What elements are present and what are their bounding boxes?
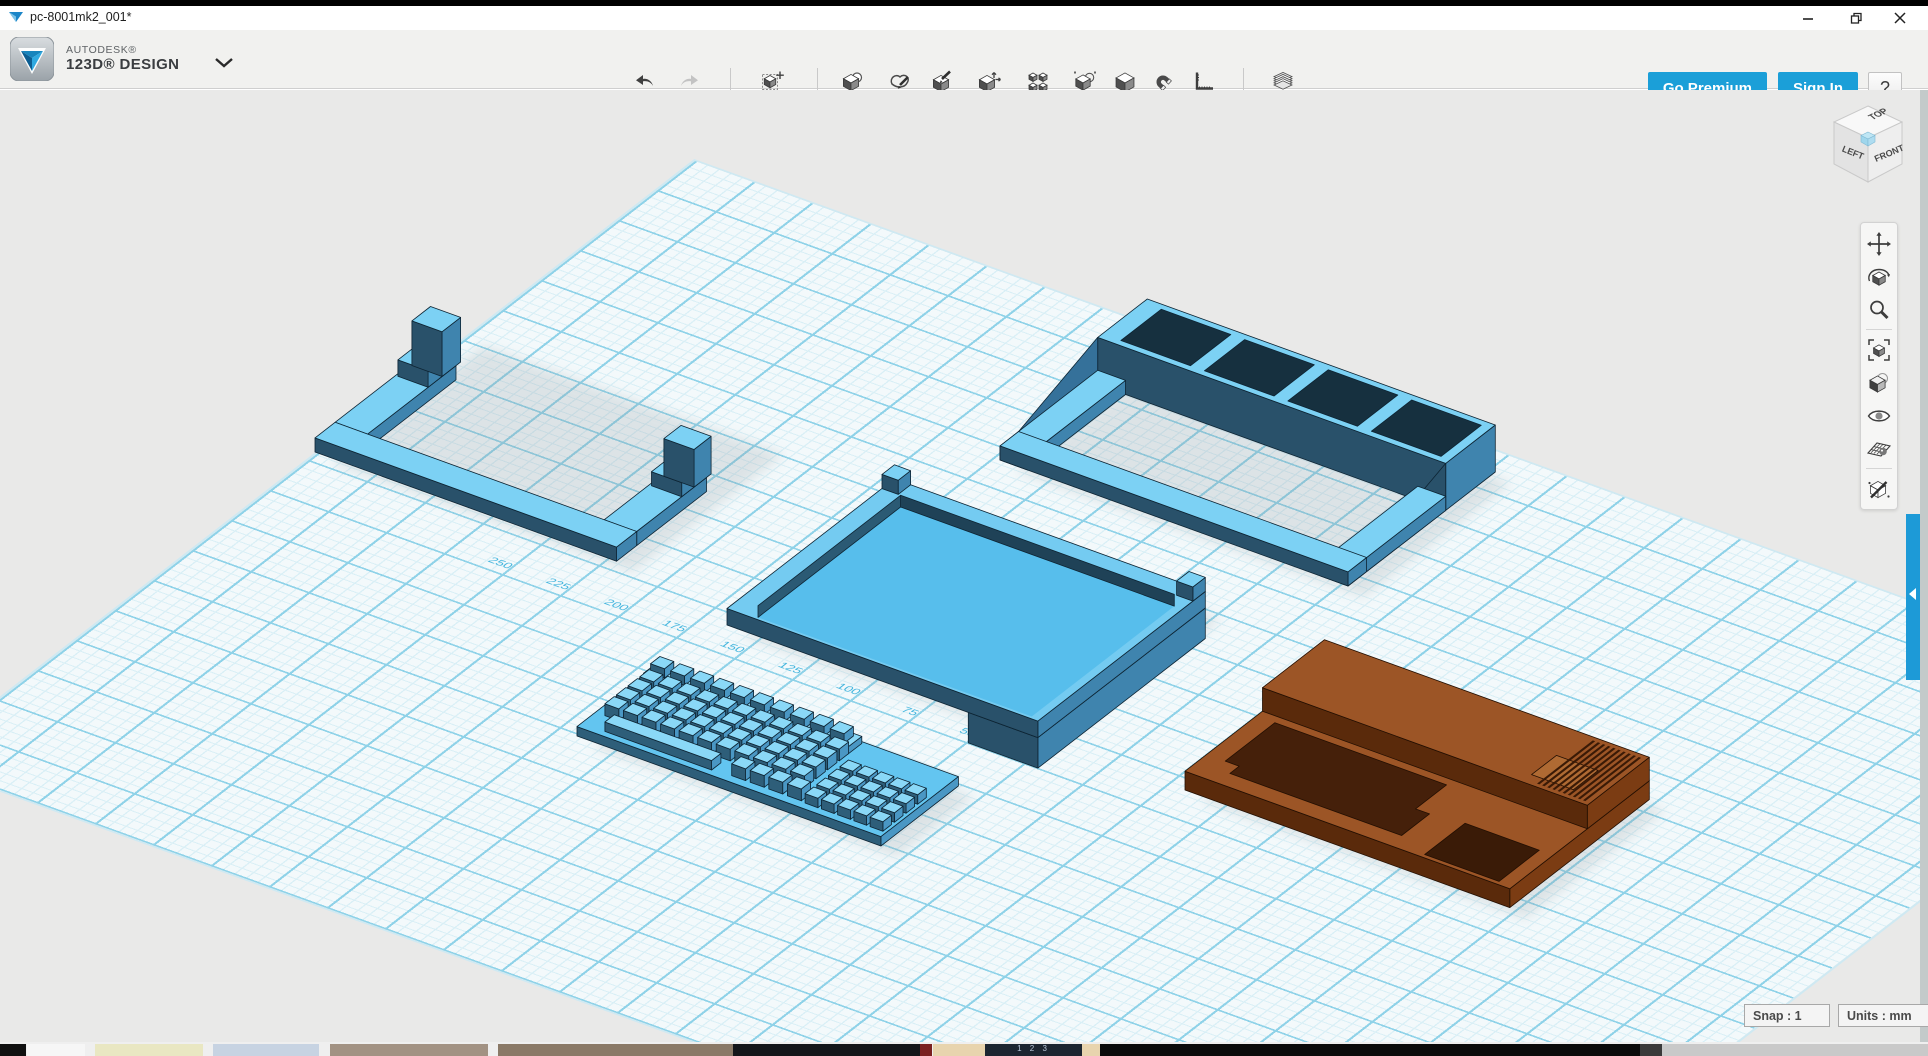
right-edge-strip (1920, 90, 1928, 1042)
app-logo-icon (9, 11, 24, 29)
grid-axis-label: 175 (658, 619, 689, 634)
grid-axis-label: 25 (1013, 748, 1037, 760)
grid-toggle-icon (1866, 436, 1892, 462)
close-icon (1894, 12, 1906, 24)
grid-axis-label: 225 (542, 577, 573, 592)
collapsed-panel-handle[interactable] (1906, 514, 1920, 680)
grid-axis-label: 200 (600, 598, 631, 613)
palette-fit-button[interactable] (1861, 333, 1897, 366)
brand-text: AUTODESK® 123D® DESIGN (66, 45, 179, 73)
grid-axis-label: 250 (484, 556, 515, 571)
taskbar-thumbnail[interactable] (733, 1044, 920, 1056)
taskbar-thumbnail[interactable] (920, 1044, 932, 1056)
grid-axis-label: 100 (832, 682, 863, 697)
app-window: pc-8001mk2_001* AUTODESK® 123D® DES (0, 0, 1928, 1056)
restore-icon (1850, 12, 1863, 25)
taskbar-thumbnail[interactable] (213, 1044, 319, 1056)
taskbar-thumbnail[interactable] (95, 1044, 203, 1056)
taskbar-thumbnail[interactable] (498, 1044, 733, 1056)
app-menu[interactable]: AUTODESK® 123D® DESIGN (10, 37, 233, 81)
titlebar[interactable]: pc-8001mk2_001* (0, 6, 1928, 30)
orbit-icon (1866, 264, 1892, 290)
taskbar-thumbnail[interactable] (0, 1044, 26, 1056)
expand-left-icon (1909, 588, 1916, 600)
bottom-thumbnail-strip: 1 2 3 (0, 1042, 1928, 1056)
navigation-palette (1860, 222, 1898, 510)
zoom-icon (1866, 297, 1892, 323)
units-setting[interactable]: Units : mm (1838, 1004, 1928, 1027)
palette-separator (1866, 468, 1892, 469)
close-button[interactable] (1880, 6, 1920, 30)
palette-orbit-button[interactable] (1861, 260, 1897, 293)
minimize-icon (1802, 12, 1814, 24)
taskbar-thumbnail[interactable] (1100, 1044, 1640, 1056)
minimize-button[interactable] (1788, 6, 1828, 30)
sketch-grid: 250 225 200 175 150 125 100 75 50 25 (0, 161, 1928, 1042)
palette-shaded-view-button[interactable] (1861, 366, 1897, 399)
outline-icon (1866, 476, 1892, 502)
grid-axis-label: 125 (774, 661, 805, 676)
restore-button[interactable] (1836, 6, 1876, 30)
taskbar-thumbnail[interactable] (933, 1044, 985, 1056)
taskbar-thumbnail[interactable] (1662, 1044, 1928, 1056)
123d-logo-icon (10, 37, 54, 81)
taskbar-thumbnail[interactable] (330, 1044, 488, 1056)
grid-axis-label: 75 (897, 706, 921, 718)
taskbar-thumbnail[interactable]: 1 2 3 (985, 1044, 1082, 1056)
taskbar-thumbnail[interactable] (27, 1044, 85, 1056)
palette-grid-toggle-button[interactable] (1861, 432, 1897, 465)
pan-icon (1866, 231, 1892, 257)
shaded-view-icon (1866, 370, 1892, 396)
taskbar-thumbnail[interactable] (1082, 1044, 1100, 1056)
palette-separator (1866, 329, 1892, 330)
document-title: pc-8001mk2_001* (30, 10, 131, 24)
palette-zoom-button[interactable] (1861, 293, 1897, 326)
fit-icon (1866, 337, 1892, 363)
taskbar-thumbnail[interactable] (1640, 1044, 1662, 1056)
palette-hide-button[interactable] (1861, 399, 1897, 432)
palette-pan-button[interactable] (1861, 227, 1897, 260)
hide-icon (1866, 403, 1892, 429)
chevron-down-icon (215, 58, 233, 68)
viewport-canvas[interactable]: 250 225 200 175 150 125 100 75 50 25 TOP LEFT FRO… (0, 90, 1928, 1042)
grid-axis-label: 150 (716, 640, 747, 655)
palette-outline-button[interactable] (1861, 472, 1897, 505)
grid-axis-label: 50 (955, 727, 979, 739)
main-toolbar: AUTODESK® 123D® DESIGN Go Premium Sign I… (0, 30, 1928, 89)
view-cube[interactable]: TOP LEFT FRONT (1818, 92, 1918, 192)
snap-setting[interactable]: Snap : 1 (1744, 1004, 1830, 1027)
